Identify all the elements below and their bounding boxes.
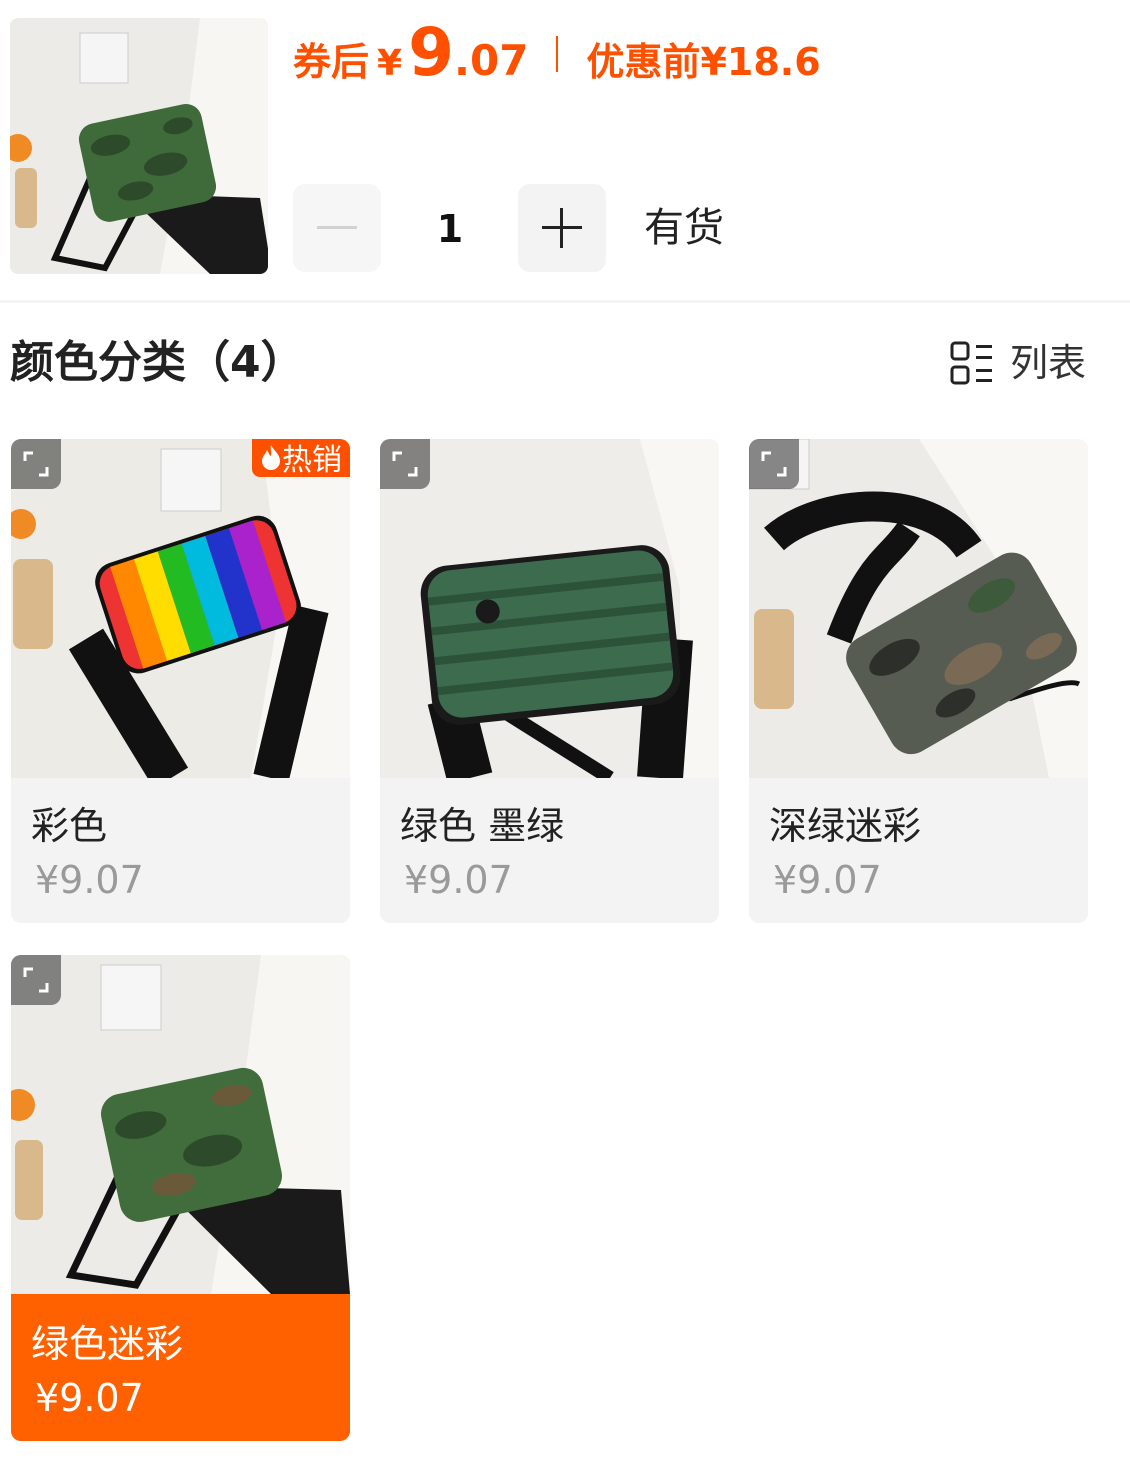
plus-icon (542, 208, 582, 248)
list-view-toggle[interactable]: 列表 (950, 338, 1086, 388)
list-view-icon (950, 341, 992, 385)
minus-icon (317, 226, 357, 229)
coupon-price-label: 券后 (293, 40, 370, 84)
selected-product-thumbnail[interactable] (10, 18, 268, 274)
expand-image-icon[interactable] (380, 439, 430, 489)
expand-image-icon[interactable] (11, 439, 61, 489)
variant-price: ¥9.07 (773, 858, 882, 902)
expand-image-icon[interactable] (749, 439, 799, 489)
variant-price: ¥9.07 (35, 858, 144, 902)
list-view-label: 列表 (1010, 341, 1087, 385)
expand-image-icon[interactable] (11, 955, 61, 1005)
header-divider (0, 300, 1130, 303)
increase-quantity-button[interactable] (518, 184, 606, 272)
quantity-value[interactable]: 1 (400, 202, 500, 256)
coupon-price-decimal: .07 (454, 36, 529, 85)
variant-price: ¥9.07 (404, 858, 513, 902)
variant-image (380, 439, 719, 778)
price-divider (556, 36, 559, 72)
decrease-quantity-button[interactable] (293, 184, 381, 272)
variant-card-rainbow[interactable]: 热销 彩色 ¥9.07 (11, 439, 350, 923)
section-title: 颜色分类（4） (10, 337, 305, 388)
variant-image: 热销 (11, 439, 350, 778)
original-price-value: ¥18.6 (700, 40, 821, 84)
variant-image (11, 955, 350, 1294)
hot-sale-label: 热销 (282, 443, 342, 478)
currency-symbol: ¥ (377, 43, 403, 84)
price-line: 券后 ¥ 9 .07 优惠前 ¥18.6 (293, 14, 821, 94)
variant-card-green-camo[interactable]: 绿色迷彩 ¥9.07 (11, 955, 350, 1441)
variant-image (749, 439, 1088, 778)
variant-name: 绿色 墨绿 (400, 804, 565, 848)
variant-name: 深绿迷彩 (769, 804, 922, 848)
variant-price: ¥9.07 (35, 1376, 144, 1420)
variant-name: 彩色 (31, 804, 108, 848)
flame-icon (262, 445, 280, 470)
hot-sale-badge: 热销 (252, 439, 350, 478)
original-price-label: 优惠前 (586, 40, 701, 84)
variant-card-dark-camo[interactable]: 深绿迷彩 ¥9.07 (749, 439, 1088, 923)
variant-card-dark-green[interactable]: 绿色 墨绿 ¥9.07 (380, 439, 719, 923)
coupon-price-integer: 9 (408, 14, 455, 91)
stock-status: 有货 (644, 205, 724, 251)
variant-name: 绿色迷彩 (31, 1322, 184, 1366)
